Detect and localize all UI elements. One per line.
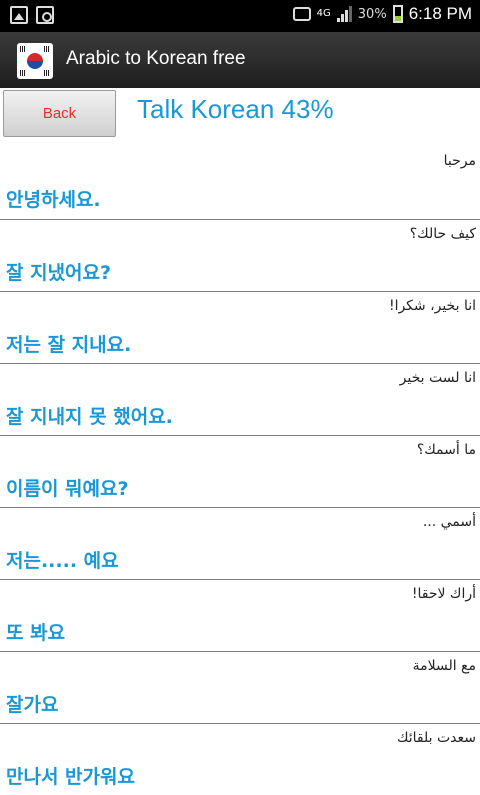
phrase-item[interactable]: كيف حالك؟ 잘 지냈어요?	[0, 220, 480, 292]
phrase-item[interactable]: انا لست بخير 잘 지내지 못 했어요.	[0, 364, 480, 436]
clock: 6:18 PM	[408, 4, 472, 23]
arabic-phrase: كيف حالك؟	[409, 226, 476, 242]
battery-icon	[392, 5, 403, 23]
korean-phrase: 또 봐요	[6, 622, 66, 644]
korean-phrase: 잘 지냈어요?	[6, 262, 112, 284]
phrase-list: مرحبا 안녕하세요. كيف حالك؟ 잘 지냈어요? انا بخير،…	[0, 147, 480, 795]
arabic-phrase: ما أسمك؟	[416, 442, 476, 458]
system-icons: 4G 30% 6:18 PM	[292, 4, 472, 24]
arabic-phrase: مع السلامة	[412, 658, 476, 674]
phrase-item[interactable]: أسمي ... 저는..... 예요	[0, 508, 480, 580]
korean-phrase: 저는..... 예요	[6, 550, 119, 572]
instagram-notification-icon	[36, 6, 54, 24]
page-title: Talk Korean 43%	[137, 94, 334, 124]
phrase-item[interactable]: ما أسمك؟ 이름이 뭐예요?	[0, 436, 480, 508]
korean-phrase: 잘가요	[6, 694, 59, 716]
korean-phrase: 안녕하세요.	[6, 189, 101, 211]
korean-phrase: 만나서 반가워요	[6, 766, 135, 788]
arabic-phrase: انا لست بخير	[399, 370, 476, 386]
korean-flag-icon	[17, 43, 53, 79]
battery-percent: 30%	[357, 6, 387, 22]
gallery-notification-icon	[10, 6, 28, 24]
app-title: Arabic to Korean free	[66, 48, 246, 69]
back-button[interactable]: Back	[3, 90, 116, 137]
network-type: 4G	[316, 8, 331, 19]
korean-phrase: 저는 잘 지내요.	[6, 334, 132, 356]
korean-phrase: 잘 지내지 못 했어요.	[6, 406, 173, 428]
korean-phrase: 이름이 뭐예요?	[6, 478, 129, 500]
signal-icon	[336, 6, 352, 22]
arabic-phrase: سعدت بلقائك	[396, 730, 476, 746]
phrase-item[interactable]: مرحبا 안녕하세요.	[0, 147, 480, 220]
phrase-item[interactable]: سعدت بلقائك 만나서 반가워요	[0, 724, 480, 795]
arabic-phrase: أسمي ...	[422, 514, 476, 530]
arabic-phrase: انا بخير، شكرا!	[388, 298, 476, 314]
app-bar: Arabic to Korean free	[0, 32, 480, 88]
status-bar: 4G 30% 6:18 PM	[0, 0, 480, 32]
arabic-phrase: أراك لاحقا!	[411, 586, 476, 602]
notification-icons	[10, 6, 54, 24]
phrase-item[interactable]: مع السلامة 잘가요	[0, 652, 480, 724]
phrase-item[interactable]: انا بخير، شكرا! 저는 잘 지내요.	[0, 292, 480, 364]
phrase-item[interactable]: أراك لاحقا! 또 봐요	[0, 580, 480, 652]
arabic-phrase: مرحبا	[443, 153, 476, 169]
voicemail-icon	[292, 7, 311, 21]
